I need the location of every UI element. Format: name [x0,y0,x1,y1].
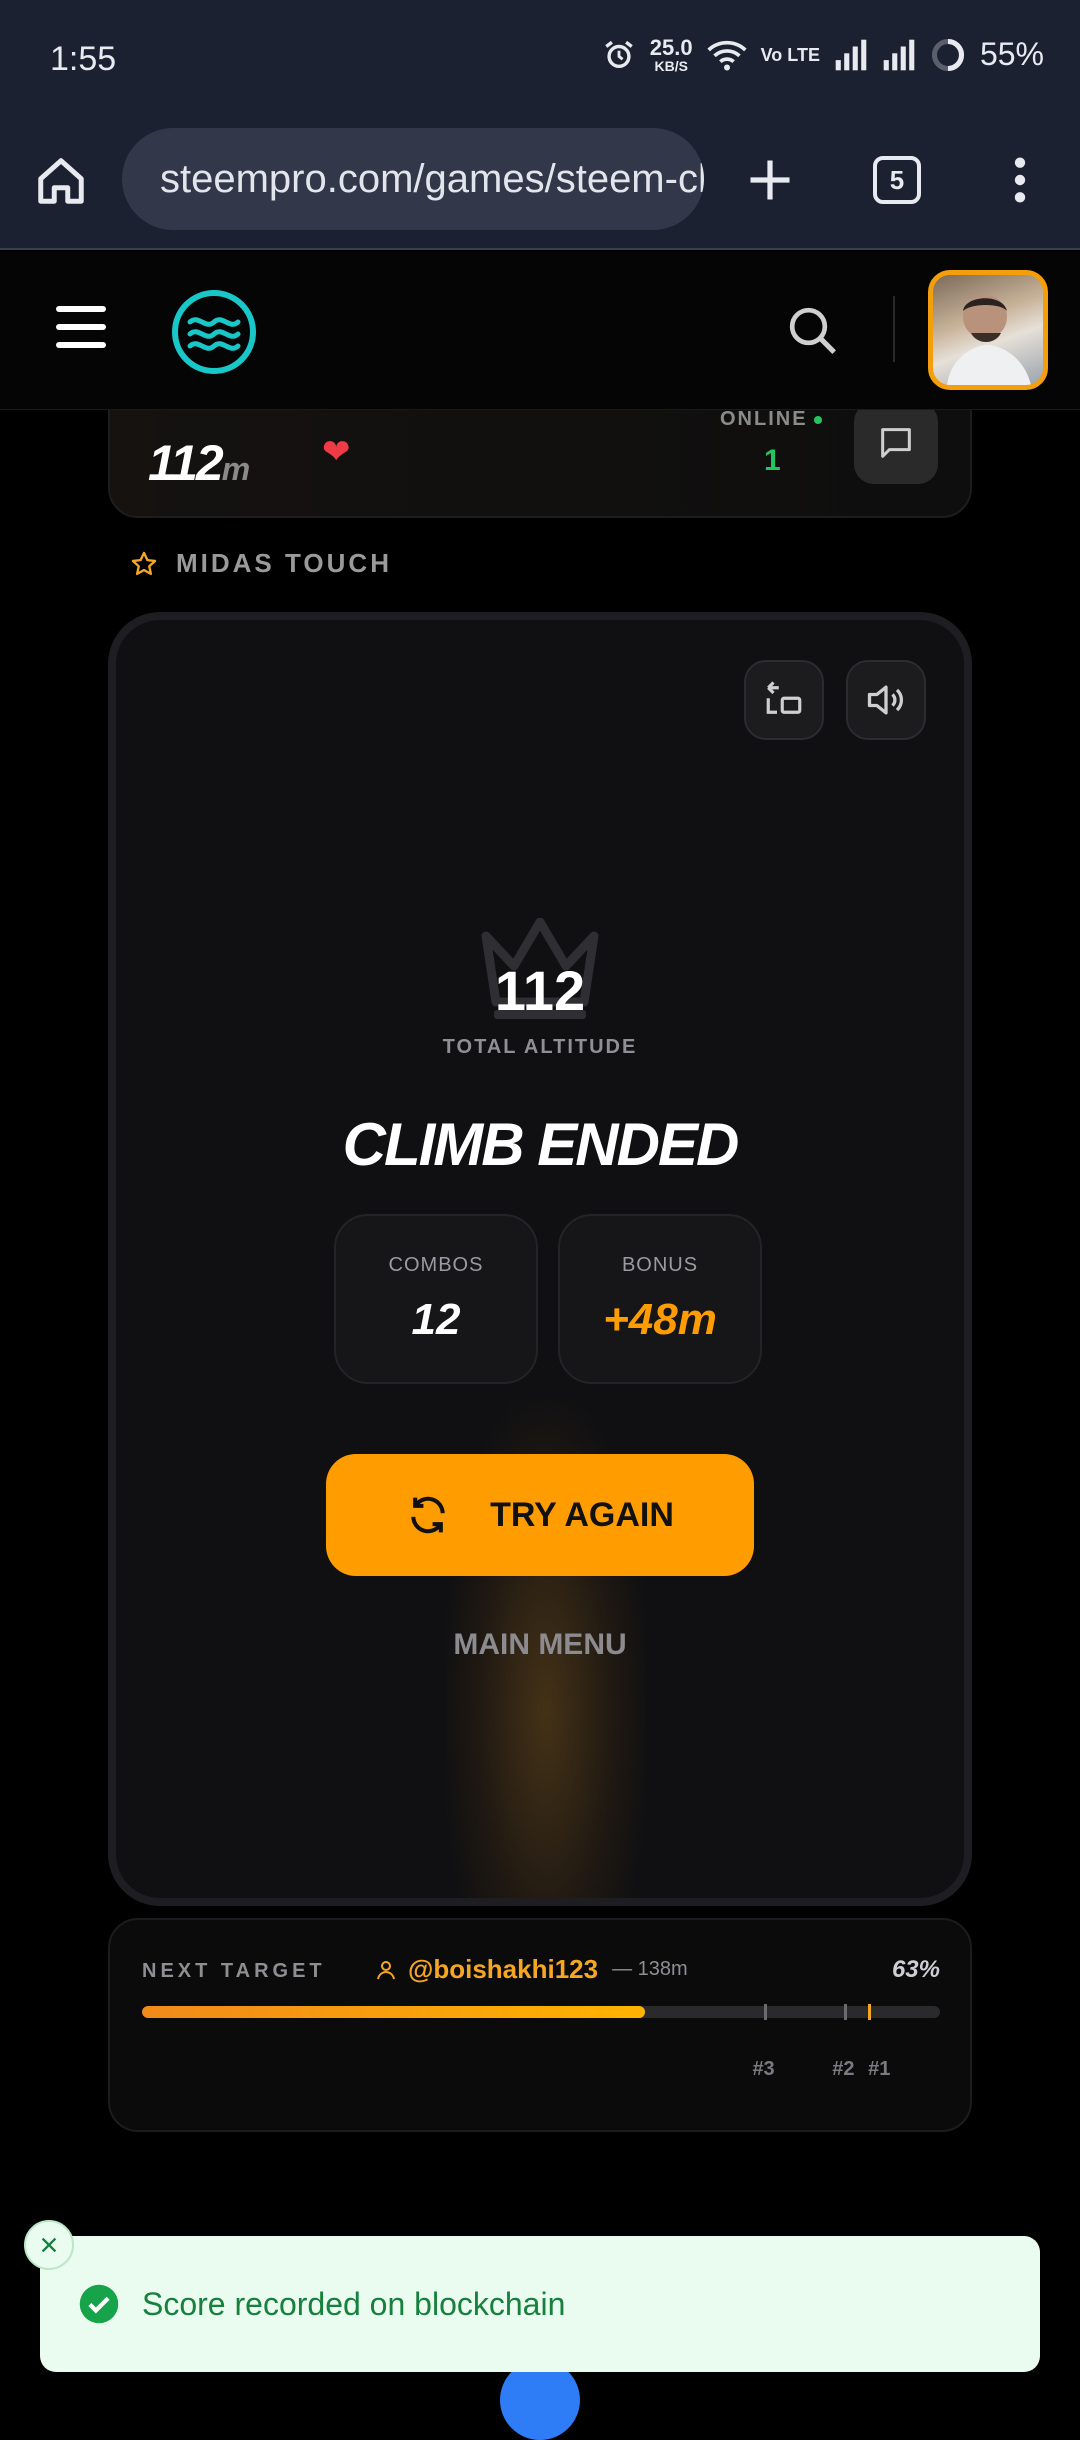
online-status-dot [814,416,822,424]
bonus-label: BONUS [621,1254,699,1276]
main-menu-link[interactable]: MAIN MENU [116,1628,964,1662]
search-icon[interactable] [784,302,840,363]
home-icon[interactable] [34,154,88,213]
target-progress-track [142,2006,940,2018]
battery-icon [931,38,965,71]
floating-action-button[interactable] [500,2360,580,2440]
target-progress-percent: 63% [891,1956,940,1983]
total-altitude-value: 112 [494,959,586,1022]
steem-logo[interactable] [170,288,258,381]
rank-tick [844,2004,848,2020]
toast-close-button[interactable] [24,2220,74,2270]
header-divider [893,296,895,362]
browser-toolbar: steempro.com/games/steem-climb 5 [0,120,1080,250]
screen-rotate-icon [766,681,802,714]
chat-icon [881,428,911,458]
refresh-icon [411,1496,445,1534]
bonus-card: BONUS +48m [558,1214,762,1384]
game-over-title: CLIMB ENDED [342,1111,740,1178]
best-score: 112m [148,435,250,491]
status-icons: 25.0 KB/S Vo LTE 55% [602,36,1044,73]
target-progress-fill [142,2006,645,2018]
toast-notification: Score recorded on blockchain [40,2236,1040,2372]
rank-label: #2 [832,2058,855,2080]
try-again-label: TRY AGAIN [490,1495,674,1534]
site-header [0,252,1080,410]
combos-value: 12 [411,1295,461,1344]
toast-message: Score recorded on blockchain [142,2285,566,2322]
sound-button[interactable] [846,660,926,740]
more-menu-icon[interactable] [1000,154,1040,211]
check-circle-icon [79,2284,119,2324]
rank-tick [764,2004,768,2020]
speaker-icon [867,685,904,715]
target-username[interactable]: @boishakhi123 [408,1954,598,1985]
url-text: steempro.com/games/steem-climb [160,156,704,201]
user-avatar[interactable] [928,270,1048,390]
wifi-icon [707,40,747,70]
volte-indicator: Vo LTE [760,44,820,65]
total-altitude-label: TOTAL ALTITUDE [442,1036,638,1058]
heart-icon: ❤ [322,433,351,471]
next-target-card: NEXT TARGET @boishakhi123 — 138m 63% #3 #… [108,1918,972,2132]
screen-mode-button[interactable] [744,660,824,740]
hamburger-menu-icon[interactable] [56,304,106,355]
user-icon [377,1960,395,1979]
status-time: 1:55 [50,40,117,78]
game-mode-label: MIDAS TOUCH [176,548,392,578]
target-user[interactable]: @boishakhi123 — 138m [374,1954,688,1985]
rank-label: #3 [752,2058,775,2080]
rank-label: #1 [868,2058,891,2080]
new-tab-icon[interactable] [744,154,796,211]
battery-percent: 55% [979,36,1044,72]
star-icon [131,551,157,575]
next-target-label: NEXT TARGET [142,1960,326,1982]
address-bar[interactable]: steempro.com/games/steem-climb [122,128,704,230]
game-mode: MIDAS TOUCH [130,548,392,579]
rank-tick [868,2004,872,2020]
combos-label: COMBOS [388,1254,484,1276]
status-bar: 1:55 25.0 KB/S Vo LTE 55% [0,0,1080,120]
target-distance: — 138m [612,1958,688,1980]
combos-card: COMBOS 12 [334,1214,538,1384]
network-speed: 25.0 KB/S [649,34,693,74]
alarm-icon [605,40,633,68]
online-count: 1 [764,444,781,477]
bonus-value: +48m [603,1295,717,1344]
try-again-button[interactable]: TRY AGAIN [326,1454,754,1576]
game-panel: 112 TOTAL ALTITUDE CLIMB ENDED COMBOS 12… [108,612,972,1906]
signal-icon [835,39,867,70]
chat-button[interactable] [854,402,938,484]
online-label: ONLINE [720,408,808,430]
tabs-icon[interactable]: 5 [873,156,921,204]
close-icon [41,2237,57,2253]
signal-icon [883,39,915,70]
